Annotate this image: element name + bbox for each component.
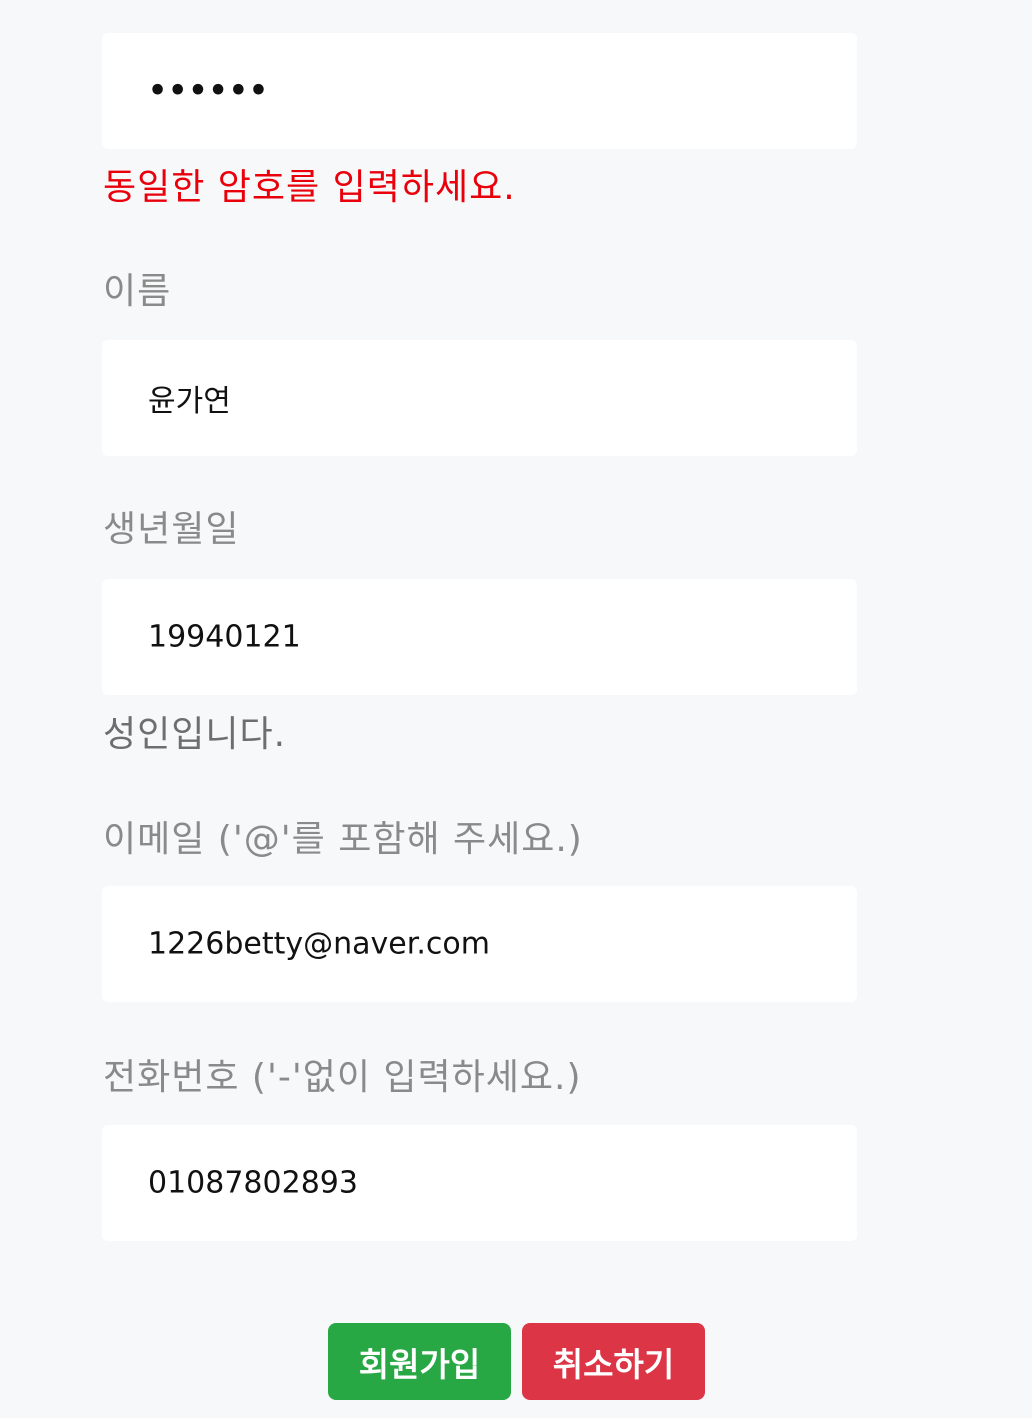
birthdate-label: 생년월일 xyxy=(103,509,240,550)
cancel-button[interactable]: 취소하기 xyxy=(522,1323,705,1400)
email-input[interactable]: 1226betty@naver.com xyxy=(102,886,857,1002)
password-confirm-input[interactable]: •••••• xyxy=(102,33,857,149)
email-value: 1226betty@naver.com xyxy=(148,926,490,962)
phone-value: 01087802893 xyxy=(148,1165,358,1201)
phone-label: 전화번호 ('-'없이 입력하세요.) xyxy=(103,1057,582,1098)
email-label: 이메일 ('@'를 포함해 주세요.) xyxy=(103,819,583,860)
name-input[interactable]: 윤가연 xyxy=(102,340,857,456)
name-value: 윤가연 xyxy=(148,384,231,419)
name-label: 이름 xyxy=(103,271,172,312)
phone-input[interactable]: 01087802893 xyxy=(102,1125,857,1241)
password-mismatch-error: 동일한 암호를 입력하세요. xyxy=(103,167,516,208)
birthdate-value: 19940121 xyxy=(148,619,301,655)
signup-button[interactable]: 회원가입 xyxy=(328,1323,511,1400)
adult-status-message: 성인입니다. xyxy=(103,714,287,755)
password-confirm-value: •••••• xyxy=(148,73,270,109)
birthdate-input[interactable]: 19940121 xyxy=(102,579,857,695)
